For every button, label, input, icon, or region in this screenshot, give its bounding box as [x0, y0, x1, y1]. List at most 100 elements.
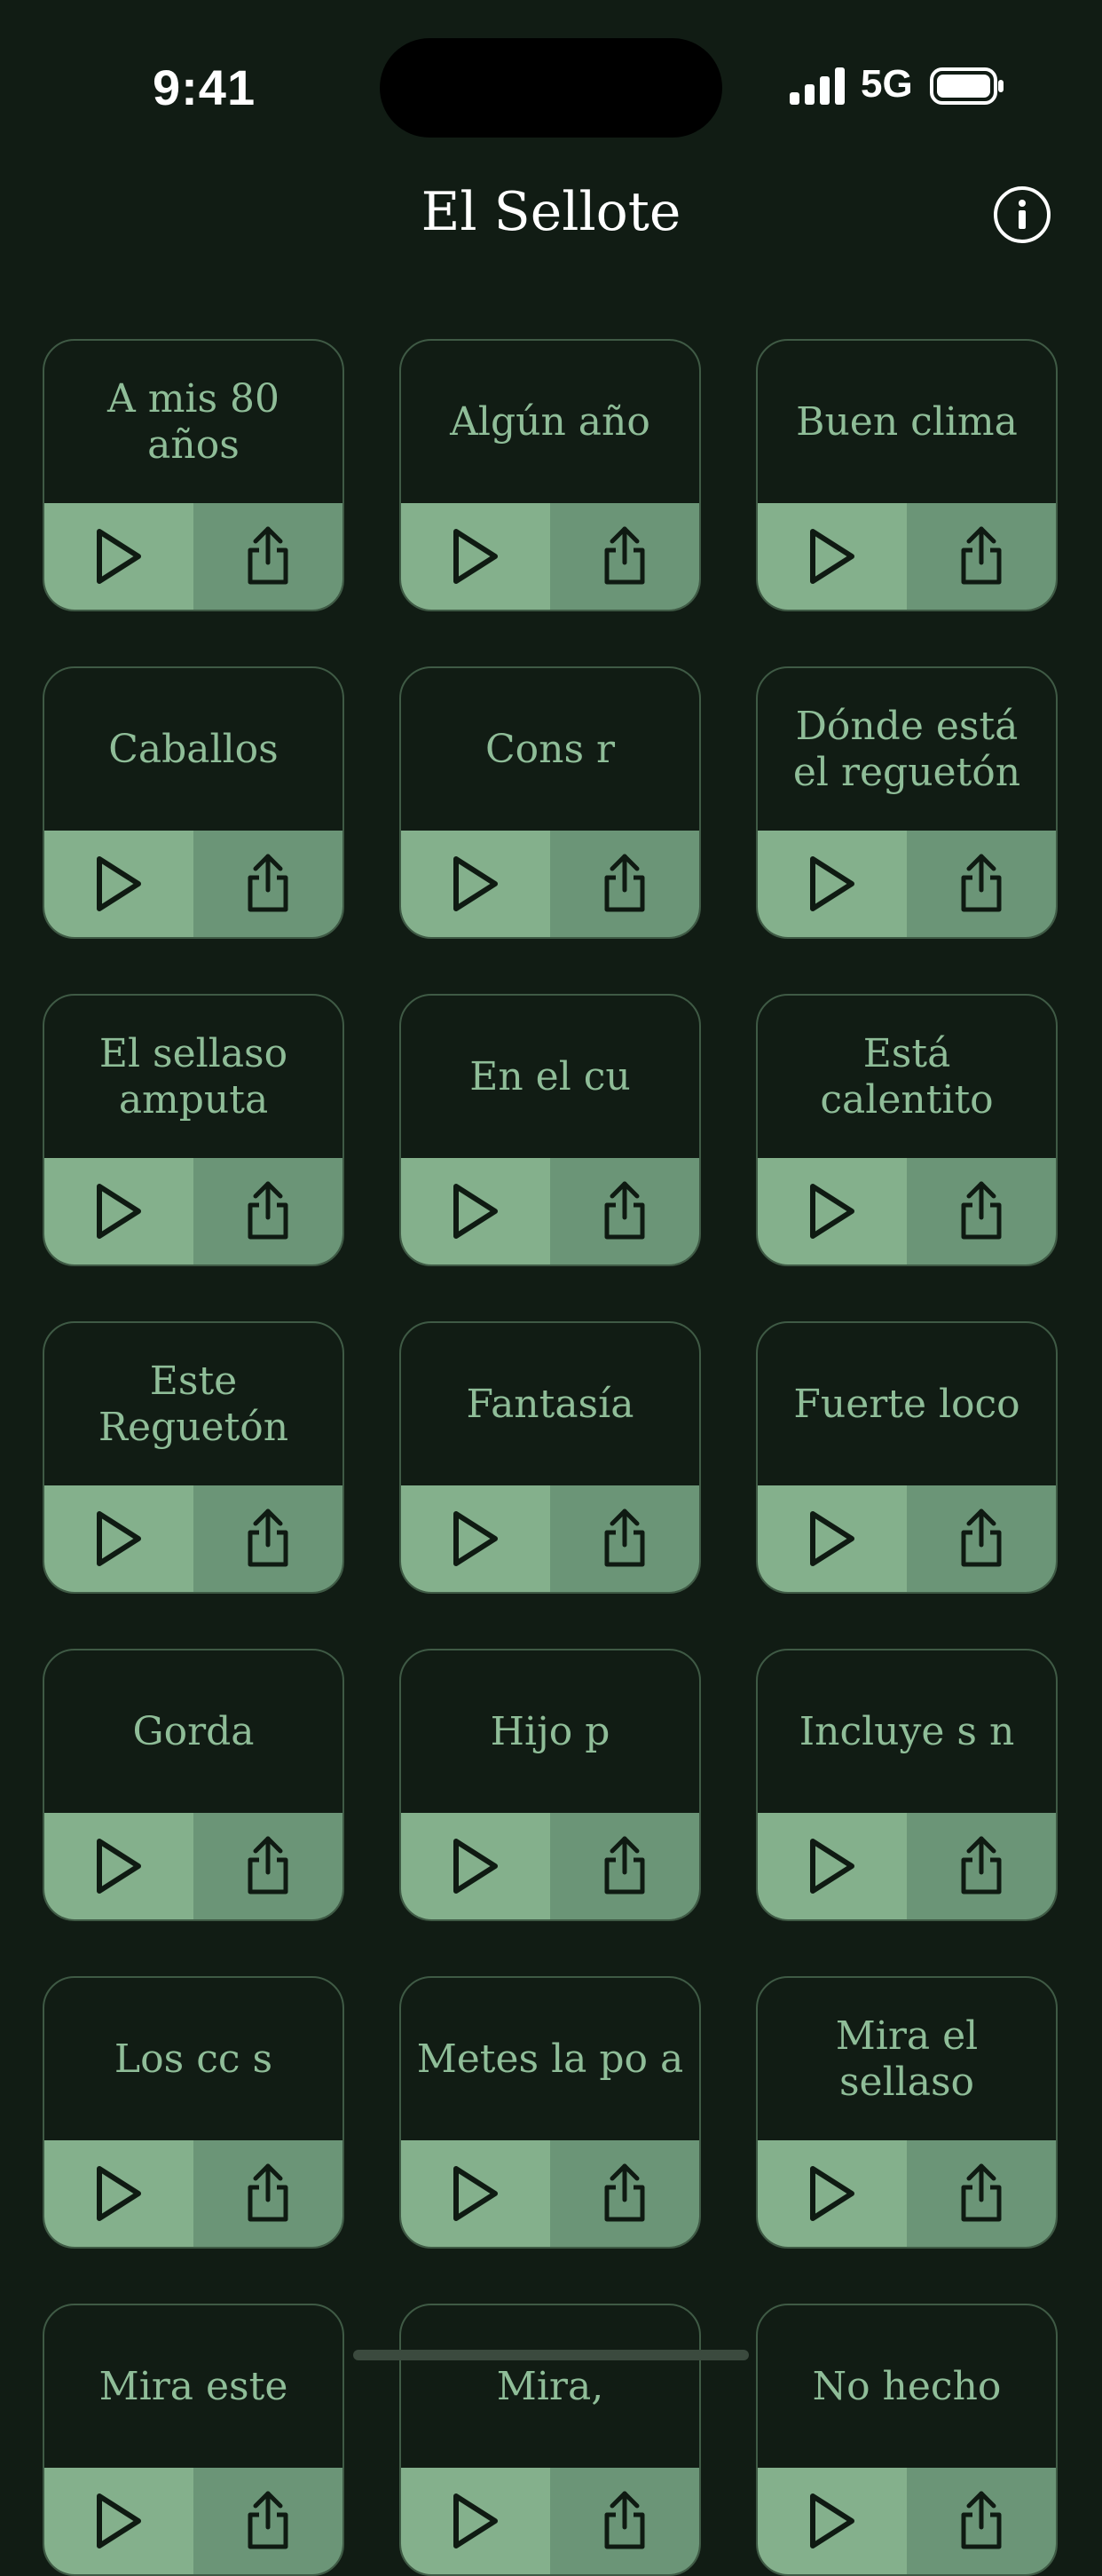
battery-icon — [930, 67, 1004, 105]
play-button[interactable] — [44, 2468, 193, 2574]
share-icon — [961, 854, 1002, 912]
card-actions — [401, 1485, 699, 1592]
play-button[interactable] — [44, 2140, 193, 2247]
play-button[interactable] — [758, 1158, 907, 1264]
play-button[interactable] — [401, 831, 550, 937]
play-button[interactable] — [401, 1158, 550, 1264]
play-icon — [97, 1839, 141, 1894]
sound-card: Mira, — [399, 2304, 701, 2576]
play-button[interactable] — [44, 503, 193, 610]
share-button[interactable] — [193, 2468, 342, 2574]
sound-card: Caballos — [43, 666, 344, 939]
play-button[interactable] — [401, 1485, 550, 1592]
play-icon — [97, 1511, 141, 1566]
share-button[interactable] — [907, 1813, 1056, 1919]
play-button[interactable] — [758, 831, 907, 937]
sound-label: En el cu — [469, 1053, 631, 1099]
play-button[interactable] — [758, 2140, 907, 2247]
play-icon — [453, 1184, 498, 1239]
share-icon — [961, 526, 1002, 585]
play-icon — [97, 1184, 141, 1239]
card-actions — [44, 503, 342, 610]
play-icon — [810, 1511, 854, 1566]
play-icon — [97, 2166, 141, 2221]
play-icon — [97, 856, 141, 911]
share-button[interactable] — [193, 1158, 342, 1264]
card-actions — [44, 2140, 342, 2247]
share-button[interactable] — [193, 1813, 342, 1919]
sound-card: Incluye s n — [756, 1649, 1058, 1921]
sound-card: Fantasía — [399, 1321, 701, 1594]
share-icon — [961, 2491, 1002, 2549]
play-button[interactable] — [44, 831, 193, 937]
sound-card: Los cc s — [43, 1976, 344, 2249]
share-button[interactable] — [907, 831, 1056, 937]
play-icon — [810, 2166, 854, 2221]
share-button[interactable] — [550, 503, 699, 610]
play-button[interactable] — [758, 503, 907, 610]
share-button[interactable] — [550, 1158, 699, 1264]
share-button[interactable] — [193, 2140, 342, 2247]
share-icon — [961, 1509, 1002, 1567]
play-button[interactable] — [44, 1813, 193, 1919]
card-actions — [401, 2468, 699, 2574]
share-button[interactable] — [907, 503, 1056, 610]
share-button[interactable] — [550, 1485, 699, 1592]
sound-card: Mira este — [43, 2304, 344, 2576]
play-button[interactable] — [758, 1813, 907, 1919]
sound-label: Dónde está el reguetón — [792, 703, 1021, 795]
info-button[interactable] — [994, 186, 1051, 243]
sound-label: Fuerte loco — [793, 1381, 1020, 1427]
info-icon — [1019, 200, 1026, 229]
share-button[interactable] — [907, 2468, 1056, 2574]
share-button[interactable] — [907, 1485, 1056, 1592]
share-button[interactable] — [907, 2140, 1056, 2247]
share-button[interactable] — [907, 1158, 1056, 1264]
share-button[interactable] — [193, 831, 342, 937]
card-actions — [401, 503, 699, 610]
sound-card: Dónde está el reguetón — [756, 666, 1058, 939]
sound-card: Metes la po a — [399, 1976, 701, 2249]
share-button[interactable] — [193, 503, 342, 610]
share-button[interactable] — [550, 2140, 699, 2247]
play-icon — [453, 529, 498, 584]
share-button[interactable] — [193, 1485, 342, 1592]
card-actions — [758, 1485, 1056, 1592]
status-bar: 9:41 5G — [0, 0, 1102, 169]
share-icon — [248, 2491, 288, 2549]
card-actions — [758, 503, 1056, 610]
play-button[interactable] — [44, 1158, 193, 1264]
play-icon — [97, 529, 141, 584]
play-button[interactable] — [401, 2468, 550, 2574]
play-button[interactable] — [758, 1485, 907, 1592]
play-button[interactable] — [401, 2140, 550, 2247]
sound-card: El sellaso amputa — [43, 994, 344, 1266]
share-button[interactable] — [550, 1813, 699, 1919]
sound-card: Cons r — [399, 666, 701, 939]
sound-label: Este Reguetón — [98, 1358, 289, 1450]
sound-label: Mira este — [98, 2363, 288, 2409]
sound-label: No hecho — [812, 2363, 1002, 2409]
sound-card: Fuerte loco — [756, 1321, 1058, 1594]
share-button[interactable] — [550, 831, 699, 937]
play-icon — [453, 856, 498, 911]
share-button[interactable] — [550, 2468, 699, 2574]
share-icon — [961, 2163, 1002, 2222]
dynamic-island — [380, 38, 722, 138]
sound-label: Hijo p — [490, 1708, 610, 1754]
card-actions — [758, 2468, 1056, 2574]
play-button[interactable] — [758, 2468, 907, 2574]
sound-label: A mis 80 años — [106, 375, 280, 468]
card-actions — [44, 1485, 342, 1592]
share-icon — [604, 1181, 645, 1240]
share-icon — [961, 1181, 1002, 1240]
sound-card: Está calentito — [756, 994, 1058, 1266]
play-button[interactable] — [44, 1485, 193, 1592]
card-actions — [758, 1813, 1056, 1919]
card-actions — [401, 831, 699, 937]
share-icon — [604, 2163, 645, 2222]
home-indicator[interactable] — [353, 2350, 749, 2360]
play-button[interactable] — [401, 503, 550, 610]
play-button[interactable] — [401, 1813, 550, 1919]
share-icon — [604, 1836, 645, 1895]
